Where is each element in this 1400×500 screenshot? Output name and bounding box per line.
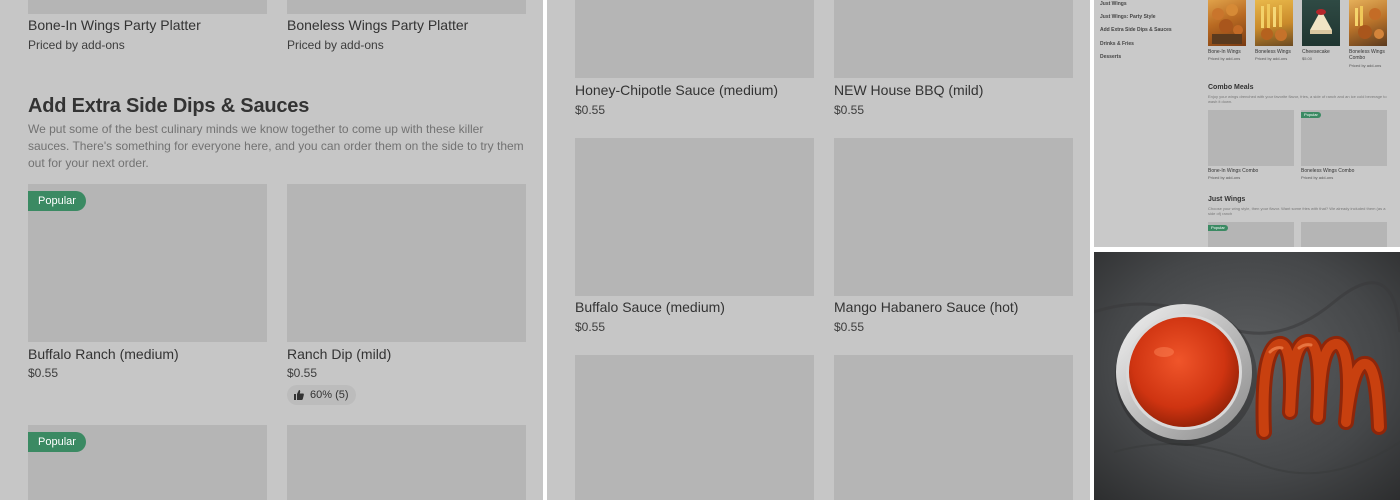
- menu-item-image[interactable]: [1208, 110, 1294, 166]
- menu-item-name[interactable]: Mango Habanero Sauce (hot): [834, 299, 1018, 315]
- menu-item-name[interactable]: Honey-Chipotle Sauce (medium): [575, 82, 778, 98]
- thumb-item-name[interactable]: Bone-In Wings: [1208, 49, 1241, 55]
- thumb-item-name[interactable]: Boneless Wings: [1255, 49, 1291, 55]
- menu-item-name[interactable]: Bone-In Wings Party Platter: [28, 17, 201, 33]
- sauce-cup-image: [1094, 252, 1400, 500]
- menu-item-price: $0.55: [834, 103, 865, 117]
- menu-item-image[interactable]: [834, 355, 1073, 500]
- rating-text: 60% (5): [310, 389, 349, 401]
- thumb-item-price: Priced by add-ons: [1349, 63, 1382, 68]
- menu-panel-middle: Honey-Chipotle Sauce (medium) $0.55 NEW …: [547, 0, 1090, 500]
- menu-item-image[interactable]: [1301, 222, 1387, 247]
- sauce-photo: [1094, 252, 1400, 500]
- menu-item-name[interactable]: Boneless Wings Party Platter: [287, 17, 468, 33]
- menu-item-image[interactable]: [1301, 110, 1387, 166]
- thumb-item-name[interactable]: Bone-In Wings Combo: [1208, 168, 1258, 174]
- menu-item-name[interactable]: NEW House BBQ (mild): [834, 82, 983, 98]
- menu-item-name[interactable]: Buffalo Ranch (medium): [28, 346, 179, 362]
- menu-item-name[interactable]: Buffalo Sauce (medium): [575, 299, 725, 315]
- thumbs-up-icon: [294, 390, 304, 400]
- thumb-item-name[interactable]: Boneless Wings Combo: [1301, 168, 1354, 174]
- section-title: Combo Meals: [1208, 84, 1254, 91]
- menu-item-image[interactable]: [575, 138, 814, 296]
- menu-item-price: $0.55: [834, 320, 865, 334]
- section-title: Add Extra Side Dips & Sauces: [28, 95, 310, 117]
- combo-image[interactable]: [1349, 0, 1387, 46]
- sidebar-item[interactable]: Just Wings: [1100, 1, 1127, 7]
- menu-overview-thumbnail: Just Wings Just Wings: Party Style Add E…: [1094, 0, 1400, 247]
- sidebar-item[interactable]: Add Extra Side Dips & Sauces: [1100, 27, 1172, 33]
- menu-item-image[interactable]: [834, 138, 1073, 296]
- section-description: Choose your wing style, then your flavor…: [1208, 206, 1386, 216]
- thumb-item-price: Priced by add-ons: [1208, 175, 1241, 180]
- menu-item-image[interactable]: [834, 0, 1073, 78]
- thumb-item-name[interactable]: Boneless Wings Combo: [1349, 49, 1393, 61]
- sidebar-item[interactable]: Desserts: [1100, 54, 1121, 60]
- popular-badge: Popular: [28, 191, 86, 211]
- section-description: Enjoy your wings drenched with your favo…: [1208, 94, 1387, 104]
- menu-item-image[interactable]: [575, 355, 814, 500]
- sidebar-item[interactable]: Drinks & Fries: [1100, 41, 1134, 47]
- cheesecake-image[interactable]: [1302, 0, 1340, 46]
- menu-item-image[interactable]: [287, 425, 526, 500]
- menu-item-price: $0.55: [575, 320, 606, 334]
- thumb-item-price: Priced by add-ons: [1301, 175, 1334, 180]
- section-title: Just Wings: [1208, 196, 1246, 203]
- menu-item-price: Priced by add-ons: [28, 38, 125, 52]
- sidebar-item[interactable]: Just Wings: Party Style: [1100, 14, 1156, 20]
- thumb-item-price: Priced by add-ons: [1255, 56, 1288, 61]
- thumb-item-price: $5.00: [1302, 56, 1313, 61]
- menu-item-price: Priced by add-ons: [287, 38, 384, 52]
- menu-item-image[interactable]: [287, 0, 526, 14]
- boneless-wings-image[interactable]: [1255, 0, 1293, 46]
- menu-item-name[interactable]: Ranch Dip (mild): [287, 346, 391, 362]
- menu-item-price: $0.55: [28, 366, 59, 380]
- menu-item-price: $0.55: [575, 103, 606, 117]
- popular-badge: Popular: [1208, 225, 1228, 231]
- wings-image[interactable]: [1208, 0, 1246, 46]
- menu-item-price: $0.55: [287, 366, 318, 380]
- menu-panel-left: Bone-In Wings Party Platter Priced by ad…: [0, 0, 543, 500]
- menu-item-image[interactable]: [287, 184, 526, 342]
- menu-item-image[interactable]: [28, 0, 267, 14]
- thumb-item-name[interactable]: Cheesecake: [1302, 49, 1330, 55]
- section-description: We put some of the best culinary minds w…: [28, 122, 524, 170]
- popular-badge: Popular: [28, 432, 86, 452]
- rating-badge: 60% (5): [287, 385, 356, 405]
- menu-item-image[interactable]: [575, 0, 814, 78]
- thumb-item-price: Priced by add-ons: [1208, 56, 1241, 61]
- popular-badge: Popular: [1301, 112, 1321, 118]
